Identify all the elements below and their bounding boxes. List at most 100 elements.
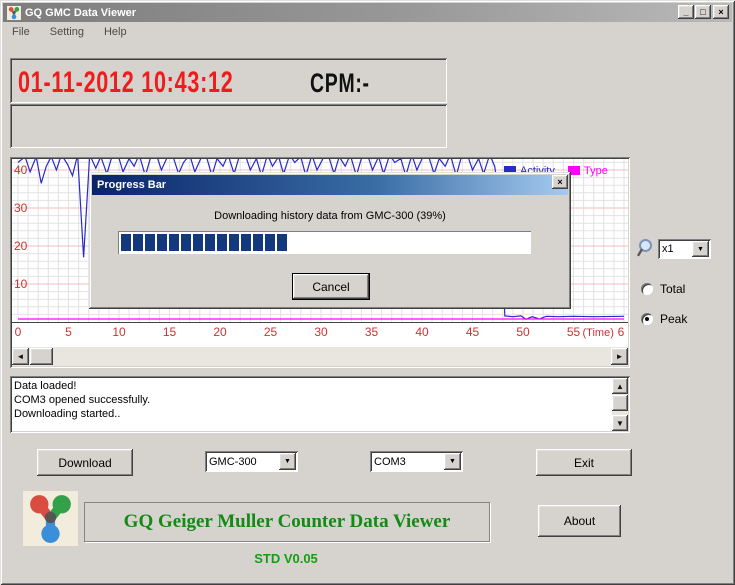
menu-bar: File Setting Help [4, 24, 135, 41]
download-button[interactable]: Download [37, 449, 133, 476]
device-select[interactable]: GMC-300 ▼ [205, 451, 298, 472]
minimize-button[interactable]: _ [678, 5, 694, 19]
maximize-button[interactable]: □ [695, 5, 711, 19]
svg-text:55: 55 [567, 325, 581, 339]
about-button[interactable]: About [538, 505, 621, 537]
svg-text:0: 0 [15, 325, 22, 339]
radio-total[interactable]: Total [641, 282, 685, 296]
close-icon: × [718, 7, 724, 17]
download-button-label: Download [58, 455, 112, 470]
log-lines: Data loaded! COM3 opened successfully. D… [14, 379, 150, 421]
chart-horizontal-scrollbar[interactable]: ◄ ► [12, 347, 628, 366]
radio-peak-circle[interactable] [641, 313, 653, 325]
scroll-left-button[interactable]: ◄ [12, 348, 29, 365]
svg-text:5: 5 [65, 325, 72, 339]
title-bar[interactable]: GQ GMC Data Viewer [3, 3, 732, 22]
scroll-up-button[interactable]: ▲ [612, 378, 628, 394]
dialog-message: Downloading history data from GMC-300 (3… [214, 210, 446, 222]
datetime-panel: 01-11-2012 10:43:12 CPM:- [10, 58, 447, 103]
svg-text:30: 30 [314, 325, 328, 339]
port-select-value: COM3 [374, 455, 406, 468]
progress-block [217, 234, 227, 251]
window-title: GQ GMC Data Viewer [25, 6, 137, 19]
scroll-down-button[interactable]: ▼ [612, 415, 628, 431]
about-button-label: About [563, 514, 596, 528]
progress-block [157, 234, 167, 251]
progress-block [133, 234, 143, 251]
port-select-dropdown-button[interactable]: ▼ [444, 453, 461, 470]
cancel-button-label: Cancel [312, 279, 350, 294]
exit-button-label: Exit [573, 455, 594, 470]
chevron-down-icon: ▼ [697, 245, 704, 253]
brand-title: GQ Geiger Muller Counter Data Viewer [123, 511, 451, 532]
radio-peak-label: Peak [660, 312, 688, 326]
svg-text:10: 10 [14, 277, 28, 291]
magnifier-icon [637, 239, 652, 257]
svg-text:40: 40 [415, 325, 429, 339]
progress-block [145, 234, 155, 251]
log-line: Downloading started.. [14, 408, 121, 420]
dialog-close-button[interactable]: × [552, 175, 568, 189]
app-icon [7, 6, 21, 20]
svg-text:35: 35 [365, 325, 379, 339]
svg-text:50: 50 [516, 325, 530, 339]
progress-block [181, 234, 191, 251]
log-vertical-scrollbar[interactable]: ▲ ▼ [612, 378, 628, 431]
maximize-icon: □ [700, 7, 706, 17]
progress-block [121, 234, 131, 251]
progress-block [193, 234, 203, 251]
device-select-dropdown-button[interactable]: ▼ [279, 453, 296, 470]
log-line: COM3 opened successfully. [14, 394, 151, 406]
minimize-icon: _ [683, 7, 689, 17]
radio-total-circle[interactable] [641, 283, 653, 295]
cancel-button[interactable]: Cancel [292, 273, 370, 300]
svg-text:(Time): (Time) [583, 327, 614, 339]
scroll-left-icon: ◄ [16, 352, 25, 361]
scroll-up-icon: ▲ [616, 381, 624, 391]
datetime-display: 01-11-2012 10:43:12 [18, 66, 234, 99]
menu-file[interactable]: File [4, 24, 38, 41]
close-icon: × [557, 177, 563, 187]
zoom-select-value: x1 [662, 243, 674, 255]
scroll-right-button[interactable]: ► [611, 348, 628, 365]
svg-text:Type: Type [584, 165, 608, 177]
progress-block [277, 234, 287, 251]
scroll-right-icon: ► [615, 352, 624, 361]
zoom-select[interactable]: x1 ▼ [658, 239, 711, 259]
dialog-title-bar[interactable]: Progress Bar [92, 175, 568, 195]
app-logo [23, 491, 78, 546]
svg-text:45: 45 [466, 325, 480, 339]
progress-dialog: Progress Bar × Downloading history data … [89, 172, 571, 309]
chevron-down-icon: ▼ [284, 458, 291, 465]
zoom-select-dropdown-button[interactable]: ▼ [692, 241, 709, 257]
svg-text:40: 40 [14, 163, 28, 177]
log-textbox[interactable]: Data loaded! COM3 opened successfully. D… [10, 376, 630, 433]
progress-block [265, 234, 275, 251]
chevron-down-icon: ▼ [449, 458, 456, 465]
radio-peak[interactable]: Peak [641, 312, 687, 326]
menu-setting[interactable]: Setting [42, 24, 92, 41]
svg-text:20: 20 [14, 239, 28, 253]
progress-block [169, 234, 179, 251]
close-button[interactable]: × [713, 5, 729, 19]
device-select-value: GMC-300 [209, 455, 257, 468]
horizontal-scroll-thumb[interactable] [30, 348, 53, 365]
svg-text:20: 20 [213, 325, 227, 339]
log-line: Data loaded! [14, 380, 77, 392]
svg-text:30: 30 [14, 201, 28, 215]
svg-text:10: 10 [112, 325, 126, 339]
progress-block [241, 234, 251, 251]
progress-block [253, 234, 263, 251]
vertical-scroll-thumb[interactable] [612, 395, 628, 411]
svg-text:15: 15 [163, 325, 177, 339]
progress-bar [118, 231, 531, 254]
exit-button[interactable]: Exit [536, 449, 632, 476]
svg-text:6: 6 [618, 325, 625, 339]
port-select[interactable]: COM3 ▼ [370, 451, 463, 472]
radio-total-label: Total [660, 282, 686, 296]
menu-help[interactable]: Help [96, 24, 135, 41]
brand-frame: GQ Geiger Muller Counter Data Viewer [84, 502, 490, 542]
svg-text:25: 25 [264, 325, 278, 339]
version-label: STD V0.05 [254, 551, 318, 566]
cpm-display: CPM:- [310, 68, 370, 98]
